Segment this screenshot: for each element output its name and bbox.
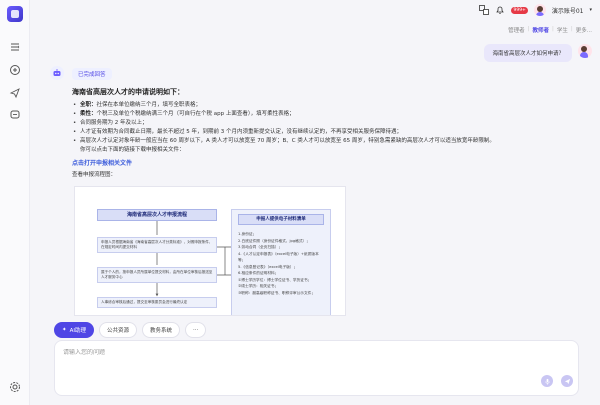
flowchart-caption: 查看申报流程图： — [72, 172, 117, 178]
list-item: 人才证有效期为合同截止日期，最长不超过 5 年，到期前 3 个月内须重新提交认定… — [72, 128, 542, 137]
answer-list: 全职：社保在本单位缴纳三个月，填写全职表格； 柔性：个税三及单位个税缴纳满三个月… — [72, 101, 542, 155]
send-plane-icon[interactable] — [8, 86, 22, 100]
flowchart-step: 属于个人的，按申报人员所属单位提交材料，由所在单位审核后报送至人才服务中心 — [97, 267, 217, 283]
role-tab-student[interactable]: 学生 — [557, 26, 568, 34]
translate-icon[interactable] — [479, 5, 490, 15]
list-item: 高层次人才认定对象年龄一般应当在 60 周岁以下，A 类人才可以放宽至 70 周… — [72, 137, 542, 146]
chat-input[interactable] — [63, 349, 463, 356]
app-logo[interactable] — [7, 6, 23, 22]
account-name[interactable]: 演示账号01 — [552, 6, 584, 15]
chip-ai-assistant[interactable]: ✦ AI助理 — [54, 322, 94, 338]
flowchart-step: 人事综合审核后通过，提交至审核委员会进行最终认定 — [97, 297, 217, 308]
flowchart-materials-box: 申报人提供电子材料清单 1.身份证； 2.白底证件照（身份证件格式，jpg格式）… — [231, 209, 331, 315]
chevron-down-icon[interactable]: ▾ — [589, 7, 592, 13]
new-chat-icon[interactable] — [8, 63, 22, 77]
user-message-avatar — [578, 44, 592, 58]
notification-badge: 999+ — [511, 6, 528, 14]
download-link[interactable]: 点击打开申报相关文件 — [72, 159, 542, 168]
menu-collapse-icon[interactable] — [8, 40, 22, 54]
list-item: 全职：社保在本单位缴纳三个月，填写全职表格； — [72, 101, 542, 110]
send-icon — [564, 378, 570, 384]
materials-item: ③职称：副高级职称证书、职称评审公示文件； — [238, 290, 316, 295]
flowchart-right-title: 申报人提供电子材料清单 — [238, 214, 324, 225]
settings-icon[interactable] — [8, 380, 22, 394]
divider: | — [552, 26, 554, 32]
assistant-answer: 海南省高层次人才的申请说明如下： 全职：社保在本单位缴纳三个月，填写全职表格； … — [72, 88, 542, 180]
role-tab-manager[interactable]: 管理者 — [508, 26, 525, 34]
answer-heading: 海南省高层次人才的申请说明如下： — [72, 88, 184, 96]
role-tab-more[interactable]: 更多... — [576, 26, 592, 34]
send-button[interactable] — [561, 375, 573, 387]
flowchart-step: 申报人员根据海南省《海南省高层次人才分类标准》，对照申报条件，在规定时间内提交材… — [97, 237, 217, 253]
notification-bell-icon[interactable] — [495, 5, 505, 15]
role-switcher: 管理者 | 教师者 | 学生 | 更多... — [508, 26, 592, 34]
sparkle-icon: ✦ — [62, 327, 67, 333]
answer-status-tag: 已完成回答 — [72, 68, 112, 80]
microphone-icon — [544, 378, 550, 385]
chip-public-resources[interactable]: 公共资源 — [99, 322, 138, 338]
flowchart-image[interactable]: 海南省高层次人才申报流程 申报人员根据海南省《海南省高层次人才分类标准》，对照申… — [74, 186, 346, 316]
chip-academic-system[interactable]: 教务系统 — [142, 322, 181, 338]
app-root: 999+ 演示账号01 ▾ 管理者 | 教师者 | 学生 | 更多... 海南省… — [0, 0, 600, 405]
role-tab-teacher[interactable]: 教师者 — [533, 26, 550, 34]
list-item: 你可以点击下面的链接下载申报相关文件： — [80, 147, 185, 153]
assistant-avatar — [50, 66, 64, 80]
list-item: 柔性：个税三及单位个税缴纳满三个月（可自行在个税 app 上面查看），填写柔性表… — [72, 110, 542, 119]
sidebar — [0, 0, 30, 405]
divider: | — [570, 26, 573, 32]
materials-item: 4.《人才认定申报表》（excel电子版）+纸质版本等； — [238, 251, 319, 263]
list-item: 合同服务期为 2 年及以上； — [72, 119, 542, 128]
robot-icon — [53, 69, 61, 76]
flowchart-left-title: 海南省高层次人才申报流程 — [97, 209, 217, 221]
microphone-button[interactable] — [541, 375, 553, 387]
user-message-bubble: 海南省高层次人才如何申请？ — [484, 44, 572, 62]
materials-list: 1.身份证； 2.白底证件照（身份证件格式，jpg格式）； 3.劳动合同（全页扫… — [232, 229, 330, 298]
top-bar: 999+ 演示账号01 ▾ — [30, 0, 600, 22]
divider: | — [527, 26, 530, 32]
quick-chips: ✦ AI助理 公共资源 教务系统 ··· — [54, 322, 207, 338]
user-avatar[interactable] — [533, 4, 546, 16]
chat-input-box — [54, 340, 579, 396]
chip-more[interactable]: ··· — [185, 322, 207, 338]
top-bar-actions: 999+ 演示账号01 ▾ — [479, 4, 592, 16]
message-icon[interactable] — [8, 108, 22, 122]
